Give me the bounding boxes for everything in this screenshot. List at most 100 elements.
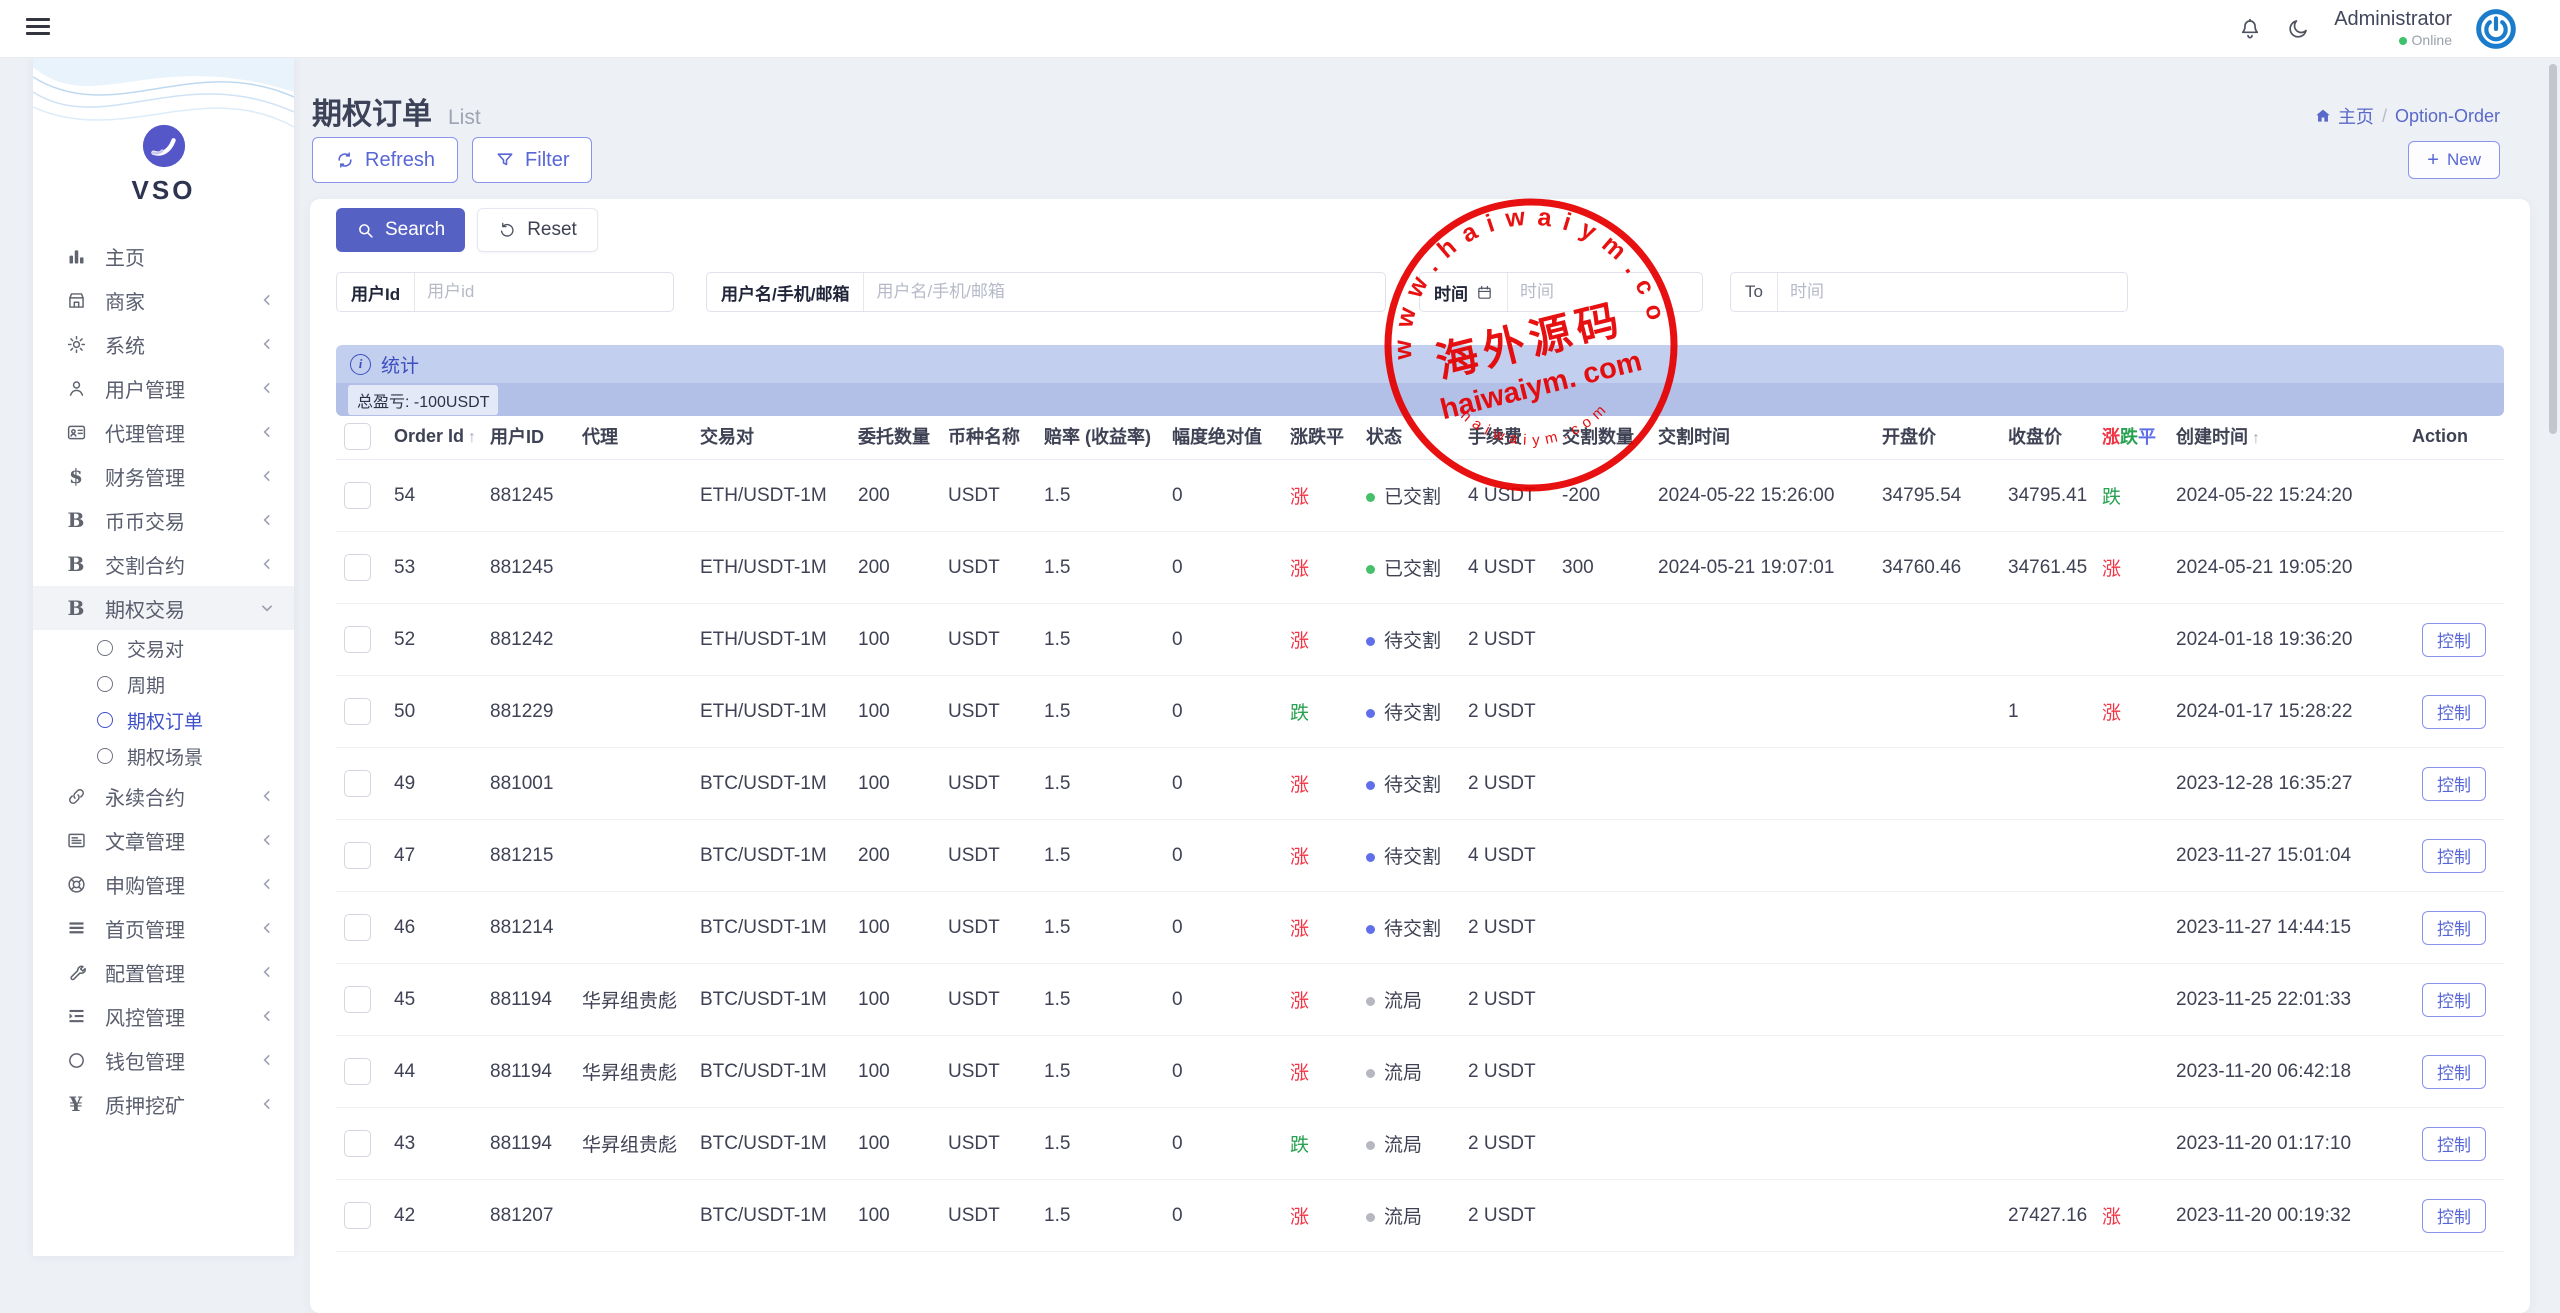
cell-status: 流局 [1358, 1036, 1460, 1108]
table-row-order-44: 44881194华昇组贵彪BTC/USDT-1M100USDT1.50涨流局2 … [336, 1036, 2504, 1108]
dollar-icon: $ [63, 464, 89, 488]
cell-fee: 2 USDT [1460, 604, 1554, 676]
cell-fee: 2 USDT [1460, 964, 1554, 1036]
select-all-checkbox[interactable] [344, 423, 371, 450]
sidebar-subitem-期权订单[interactable]: 期权订单 [33, 702, 294, 738]
row-checkbox[interactable] [344, 554, 371, 581]
control-button[interactable]: 控制 [2422, 1199, 2486, 1233]
table-row-order-50: 50881229ETH/USDT-1M100USDT1.50跌待交割2 USDT… [336, 676, 2504, 748]
row-checkbox[interactable] [344, 1202, 371, 1229]
dark-mode-moon-icon[interactable] [2286, 17, 2310, 41]
filter-button[interactable]: Filter [472, 137, 592, 183]
cell-delivery-qty [1554, 1180, 1650, 1252]
username-input[interactable] [864, 273, 1385, 311]
cell-amplitude: 0 [1164, 676, 1282, 748]
sidebar-item-期权交易[interactable]: B期权交易 [33, 586, 294, 630]
refresh-button[interactable]: Refresh [312, 137, 458, 183]
cell-result [2094, 1036, 2168, 1108]
user-id-input[interactable] [415, 273, 673, 311]
search-button[interactable]: Search [336, 208, 465, 252]
column-header-创建时间[interactable]: 创建时间↑ [2168, 413, 2404, 460]
row-checkbox[interactable] [344, 626, 371, 653]
control-button[interactable]: 控制 [2422, 911, 2486, 945]
cell-rate: 1.5 [1036, 892, 1164, 964]
sidebar-subitem-周期[interactable]: 周期 [33, 666, 294, 702]
sidebar-subitem-期权场景[interactable]: 期权场景 [33, 738, 294, 774]
row-checkbox[interactable] [344, 698, 371, 725]
sidebar-subitem-label: 交易对 [127, 635, 184, 662]
user-status: Online [2334, 32, 2452, 50]
user-menu[interactable]: Administrator Online [2334, 7, 2452, 50]
sidebar-item-质押挖矿[interactable]: ¥质押挖矿 [33, 1082, 294, 1126]
sidebar-item-财务管理[interactable]: $财务管理 [33, 454, 294, 498]
column-header-涨跌平: 涨跌平 [2094, 413, 2168, 460]
control-button[interactable]: 控制 [2422, 839, 2486, 873]
username-label: 用户名/手机/邮箱 [707, 273, 864, 311]
cell-delivery-qty: -200 [1554, 460, 1650, 532]
cell-action: 控制 [2404, 820, 2504, 892]
control-button[interactable]: 控制 [2422, 623, 2486, 657]
menu-toggle-icon[interactable] [26, 18, 50, 39]
time-from-input[interactable] [1508, 273, 1702, 311]
scrollbar-thumb[interactable] [2549, 64, 2557, 434]
cell-amplitude: 0 [1164, 1108, 1282, 1180]
sidebar-item-申购管理[interactable]: 申购管理 [33, 862, 294, 906]
control-button[interactable]: 控制 [2422, 1127, 2486, 1161]
row-checkbox[interactable] [344, 770, 371, 797]
row-checkbox[interactable] [344, 1130, 371, 1157]
cell-fee: 2 USDT [1460, 1180, 1554, 1252]
status-dot-icon [1366, 709, 1375, 718]
sidebar-item-交割合约[interactable]: B交割合约 [33, 542, 294, 586]
user-avatar[interactable] [2476, 9, 2516, 49]
row-checkbox[interactable] [344, 986, 371, 1013]
control-button[interactable]: 控制 [2422, 983, 2486, 1017]
cell-pair: ETH/USDT-1M [692, 460, 850, 532]
reset-button[interactable]: Reset [477, 208, 598, 252]
cell-user-id: 881245 [482, 460, 574, 532]
control-button[interactable]: 控制 [2422, 767, 2486, 801]
sidebar-item-配置管理[interactable]: 配置管理 [33, 950, 294, 994]
sidebar-item-系统[interactable]: 系统 [33, 322, 294, 366]
cell-created-at: 2024-05-22 15:24:20 [2168, 460, 2404, 532]
cell-agent [574, 1180, 692, 1252]
top-bar: Administrator Online [0, 0, 2560, 57]
cell-result: 涨 [2094, 532, 2168, 604]
cell-created-at: 2023-11-20 00:19:32 [2168, 1180, 2404, 1252]
new-button[interactable]: + New [2408, 141, 2500, 179]
sidebar-item-钱包管理[interactable]: 钱包管理 [33, 1038, 294, 1082]
row-checkbox[interactable] [344, 914, 371, 941]
chevron-left-icon [260, 425, 274, 439]
cell-action: 控制 [2404, 1036, 2504, 1108]
status-dot-icon [1366, 1069, 1375, 1078]
sort-arrow-icon[interactable]: ↑ [2252, 430, 2260, 447]
sidebar-item-代理管理[interactable]: 代理管理 [33, 410, 294, 454]
row-checkbox[interactable] [344, 482, 371, 509]
column-header-Order Id[interactable]: Order Id↑ [386, 413, 482, 460]
row-checkbox[interactable] [344, 1058, 371, 1085]
breadcrumb-home[interactable]: 主页 [2314, 103, 2374, 129]
cell-agent [574, 820, 692, 892]
row-checkbox[interactable] [344, 842, 371, 869]
control-button[interactable]: 控制 [2422, 695, 2486, 729]
control-button[interactable]: 控制 [2422, 1055, 2486, 1089]
sidebar-item-用户管理[interactable]: 用户管理 [33, 366, 294, 410]
cell-delivery-time [1650, 604, 1874, 676]
sidebar-subitem-交易对[interactable]: 交易对 [33, 630, 294, 666]
select-all-header [336, 413, 386, 460]
time-to-input[interactable] [1778, 273, 2127, 311]
sidebar-item-主页[interactable]: 主页 [33, 234, 294, 278]
list-card: Search Reset 用户Id 用户名/手机/邮箱 时间 [310, 199, 2530, 1313]
cell-qty: 100 [850, 1108, 940, 1180]
sidebar-item-永续合约[interactable]: 永续合约 [33, 774, 294, 818]
cell-open-price [1874, 1108, 2000, 1180]
sidebar-item-风控管理[interactable]: 风控管理 [33, 994, 294, 1038]
sidebar-item-商家[interactable]: 商家 [33, 278, 294, 322]
sidebar-item-文章管理[interactable]: 文章管理 [33, 818, 294, 862]
notifications-bell-icon[interactable] [2238, 17, 2262, 41]
sidebar-item-首页管理[interactable]: 首页管理 [33, 906, 294, 950]
cell-pair: BTC/USDT-1M [692, 1036, 850, 1108]
cell-rate: 1.5 [1036, 676, 1164, 748]
sort-arrow-icon[interactable]: ↑ [468, 429, 476, 446]
cell-result: 跌 [2094, 460, 2168, 532]
sidebar-item-币币交易[interactable]: B币币交易 [33, 498, 294, 542]
